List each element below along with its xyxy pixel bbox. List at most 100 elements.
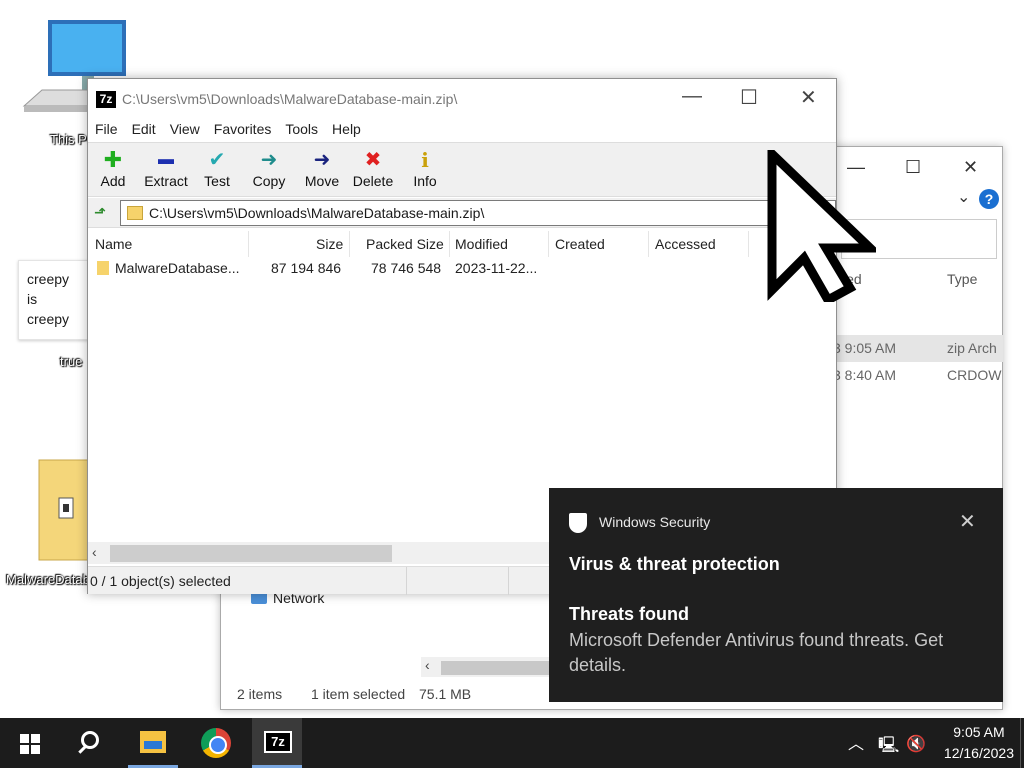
add-label: Add — [100, 173, 126, 189]
column-name[interactable]: Name — [95, 236, 132, 252]
volume-muted-icon[interactable]: 🔇 — [906, 734, 926, 754]
cell-packed-size: 78 746 548 — [371, 260, 442, 276]
chrome-icon — [201, 728, 231, 758]
column-modified[interactable]: Modified — [455, 236, 508, 252]
folder-icon — [97, 261, 109, 275]
column-accessed[interactable]: Accessed — [655, 236, 716, 252]
move-arrow-icon: ➜ — [313, 149, 331, 171]
title-bar[interactable]: 7z C:\Users\vm5\Downloads\MalwareDatabas… — [96, 89, 457, 109]
zip-folder-icon — [38, 459, 96, 561]
file-modified: 3 8:40 AM — [833, 367, 897, 383]
status-divider — [406, 567, 407, 595]
test-button[interactable]: ✔ Test — [202, 147, 232, 189]
delete-icon: ✖ — [364, 149, 382, 171]
taskbar-file-explorer[interactable] — [128, 718, 178, 768]
address-bar: ⬏ C:\Users\vm5\Downloads\MalwareDatabase… — [88, 198, 836, 228]
minus-icon: ▬ — [158, 151, 174, 168]
seven-zip-logo-icon: 7z — [96, 90, 116, 108]
column-divider[interactable] — [449, 231, 450, 257]
address-text: C:\Users\vm5\Downloads\MalwareDatabase-m… — [149, 205, 485, 221]
close-button[interactable]: ✕ — [800, 85, 817, 110]
column-divider[interactable] — [349, 231, 350, 257]
explorer-status-count: 2 items — [237, 686, 283, 702]
address-input[interactable]: C:\Users\vm5\Downloads\MalwareDatabase-m… — [120, 200, 836, 226]
search-icon — [81, 731, 99, 749]
chevron-down-icon[interactable]: ⌄ — [957, 187, 970, 207]
table-row[interactable]: MalwareDatabase... 87 194 846 78 746 548… — [88, 257, 836, 279]
maximize-button[interactable]: ☐ — [740, 85, 758, 110]
taskbar-chrome[interactable] — [190, 718, 240, 768]
scroll-left-icon[interactable]: ‹ — [92, 544, 97, 560]
extract-button[interactable]: ▬ Extract — [141, 147, 191, 189]
extract-label: Extract — [144, 173, 188, 189]
column-divider[interactable] — [548, 231, 549, 257]
file-modified: 3 9:05 AM — [833, 340, 897, 356]
scroll-left-icon[interactable]: ‹ — [425, 657, 430, 673]
file-explorer-icon — [140, 731, 166, 753]
plus-icon: ✚ — [103, 147, 123, 172]
menu-help[interactable]: Help — [325, 117, 368, 141]
info-icon: i — [421, 148, 429, 172]
note-text: creepy is creepy — [27, 271, 70, 327]
move-button[interactable]: ➜ Move — [302, 147, 342, 189]
column-divider[interactable] — [648, 231, 649, 257]
toolbar: ✚ Add ▬ Extract ✔ Test ➜ Copy ➜ Move ✖ D… — [88, 142, 836, 197]
seven-zip-icon: 7z — [264, 731, 292, 753]
column-divider[interactable] — [748, 231, 749, 257]
help-icon[interactable]: ? — [979, 189, 999, 209]
cell-modified: 2023-11-22... — [455, 260, 538, 276]
delete-label: Delete — [352, 173, 394, 189]
file-type: zip Arch — [947, 340, 997, 356]
menu-file[interactable]: File — [88, 117, 125, 141]
copy-label: Copy — [252, 173, 286, 189]
explorer-horizontal-scrollbar[interactable]: ‹ — [421, 657, 551, 677]
taskbar-7zip[interactable]: 7z — [252, 718, 302, 768]
notification-app-name: Windows Security — [599, 514, 711, 530]
scrollbar-thumb[interactable] — [441, 661, 549, 675]
file-row[interactable]: 3 8:40 AM CRDOW — [821, 362, 1003, 389]
column-header: Name Size Packed Size Modified Created A… — [88, 231, 836, 257]
notification-heading: Threats found — [569, 604, 689, 624]
sticky-note[interactable]: creepy is creepy — [18, 260, 90, 340]
move-label: Move — [304, 173, 340, 189]
window-title: C:\Users\vm5\Downloads\MalwareDatabase-m… — [122, 91, 458, 107]
column-created[interactable]: Created — [555, 236, 605, 252]
search-button[interactable] — [66, 718, 116, 768]
menu-tools[interactable]: Tools — [278, 117, 325, 141]
column-packed-size[interactable]: Packed Size — [366, 236, 444, 252]
check-icon: ✔ — [208, 149, 226, 171]
status-divider — [508, 567, 509, 595]
folder-icon — [127, 206, 143, 220]
menu-edit[interactable]: Edit — [125, 117, 163, 141]
copy-button[interactable]: ➜ Copy — [249, 147, 289, 189]
explorer-close-button[interactable]: ✕ — [963, 157, 978, 178]
column-type[interactable]: Type — [947, 271, 977, 287]
explorer-status-size: 75.1 MB — [419, 686, 472, 702]
show-desktop-button[interactable] — [1020, 718, 1024, 768]
info-button[interactable]: i Info — [410, 147, 440, 189]
menu-view[interactable]: View — [163, 117, 207, 141]
add-button[interactable]: ✚ Add — [98, 147, 128, 189]
file-type: CRDOW — [947, 367, 1002, 383]
clock-date: 12/16/2023 — [943, 745, 1014, 761]
file-row[interactable]: 3 9:05 AM zip Arch — [821, 335, 1003, 362]
delete-button[interactable]: ✖ Delete — [350, 147, 396, 189]
scrollbar-thumb[interactable] — [110, 545, 392, 562]
explorer-maximize-button[interactable]: ☐ — [905, 157, 921, 178]
horizontal-scrollbar[interactable]: ‹ — [88, 542, 550, 564]
start-button[interactable] — [0, 718, 50, 768]
chevron-up-icon[interactable]: ︿ — [848, 730, 864, 754]
shield-icon — [569, 513, 587, 533]
network-tray-icon[interactable]: 🖳 — [878, 734, 899, 761]
notification-close-button[interactable]: ✕ — [959, 509, 976, 534]
mouse-cursor-icon — [767, 150, 876, 302]
up-folder-icon[interactable]: ⬏ — [94, 204, 110, 220]
column-divider[interactable] — [248, 231, 249, 257]
security-notification[interactable]: Windows Security ✕ Virus & threat protec… — [549, 488, 1003, 702]
clock[interactable]: 9:05 AM 12/16/2023 — [944, 722, 1014, 764]
status-text: 0 / 1 object(s) selected — [90, 573, 231, 589]
test-label: Test — [204, 173, 230, 189]
column-size[interactable]: Size — [316, 236, 343, 252]
menu-favorites[interactable]: Favorites — [207, 117, 279, 141]
minimize-button[interactable]: — — [682, 85, 702, 108]
